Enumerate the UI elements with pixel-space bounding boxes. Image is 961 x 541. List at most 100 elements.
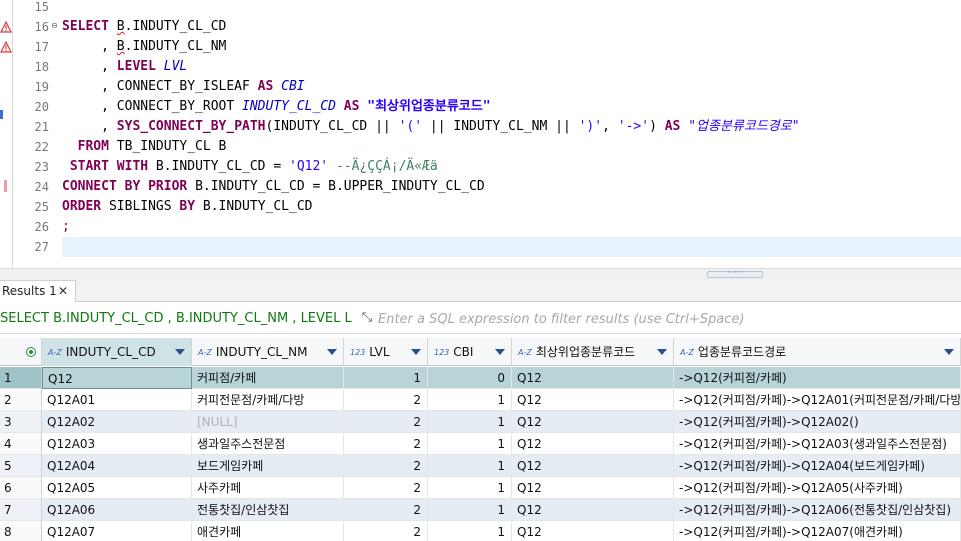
table-cell[interactable]: 애견카페 (192, 521, 344, 541)
table-cell[interactable]: ->Q12(커피점/카페)->Q12A01(커피전문점/카페/다방) (674, 389, 961, 411)
splitter-handle[interactable]: ⌃⌃⌃ (707, 271, 763, 278)
code-line[interactable]: FROM TB_INDUTY_CL B (62, 137, 961, 157)
table-cell[interactable]: Q12 (512, 367, 674, 389)
table-cell[interactable]: 보드게임카페 (192, 455, 344, 477)
table-cell[interactable]: ->Q12(커피점/카페)->Q12A03(생과일주스전문점) (674, 433, 961, 455)
table-cell[interactable]: Q12A05 (42, 477, 192, 499)
table-cell[interactable]: Q12 (512, 499, 674, 521)
sort-dropdown-icon[interactable] (944, 349, 954, 355)
table-cell[interactable]: Q12 (512, 411, 674, 433)
expand-arrows-icon[interactable]: ⤡ (358, 309, 376, 327)
table-cell[interactable]: 1 (428, 521, 512, 541)
table-cell[interactable]: ->Q12(커피점/카페)->Q12A04(보드게임카페) (674, 455, 961, 477)
table-cell[interactable]: Q12A01 (42, 389, 192, 411)
table-cell[interactable]: Q12A04 (42, 455, 192, 477)
table-cell[interactable]: 2 (344, 477, 428, 499)
table-cell[interactable]: 1 (344, 367, 428, 389)
column-header[interactable]: A-Z INDUTY_CL_NM (192, 338, 344, 366)
table-cell[interactable]: 1 (428, 455, 512, 477)
column-header[interactable]: 123 LVL (344, 338, 428, 366)
code-line[interactable]: START WITH B.INDUTY_CL_CD = 'Q12' --Ä¿ÇÇ… (62, 157, 961, 177)
sort-dropdown-icon[interactable] (495, 349, 505, 355)
table-cell[interactable]: 1 (428, 477, 512, 499)
table-cell[interactable]: 생과일주스전문점 (192, 433, 344, 455)
table-row[interactable]: 3 Q12A02 [NULL] 2 1 Q12 ->Q12(커피점/카페)->Q12A02(… (0, 411, 961, 433)
sort-dropdown-icon[interactable] (657, 349, 667, 355)
row-number[interactable]: 3 (0, 411, 42, 433)
table-cell[interactable]: Q12A03 (42, 433, 192, 455)
column-header[interactable]: A-Z 업종분류코드경로 (674, 338, 961, 366)
table-cell[interactable]: 전통찻집/인삼찻집 (192, 499, 344, 521)
row-number[interactable]: 2 (0, 389, 42, 411)
row-number[interactable]: 5 (0, 455, 42, 477)
fold-toggle-icon[interactable]: ⊖ (50, 21, 59, 30)
table-cell[interactable]: Q12 (512, 433, 674, 455)
row-number[interactable]: 4 (0, 433, 42, 455)
column-header[interactable]: 123 CBI (428, 338, 512, 366)
select-all-icon[interactable] (26, 347, 36, 357)
code-line[interactable]: , LEVEL LVL (62, 57, 961, 77)
table-cell[interactable]: 1 (428, 433, 512, 455)
grid-corner[interactable] (0, 338, 42, 366)
table-cell[interactable]: 사주카페 (192, 477, 344, 499)
table-cell[interactable]: Q12 (512, 455, 674, 477)
sort-dropdown-icon[interactable] (175, 349, 185, 355)
code-line[interactable]: , CONNECT_BY_ISLEAF AS CBI (62, 77, 961, 97)
code-line[interactable]: , B.INDUTY_CL_NM (62, 37, 961, 57)
code-line[interactable]: ORDER SIBLINGS BY B.INDUTY_CL_CD (62, 197, 961, 217)
warning-icon[interactable] (0, 41, 12, 53)
table-cell[interactable]: 2 (344, 521, 428, 541)
table-cell[interactable]: 2 (344, 389, 428, 411)
table-cell[interactable]: 0 (428, 367, 512, 389)
column-header[interactable]: A-Z 최상위업종분류코드 (512, 338, 674, 366)
table-cell[interactable]: 1 (428, 499, 512, 521)
table-cell[interactable]: 커피점/카페 (192, 367, 344, 389)
column-header[interactable]: A-Z INDUTY_CL_CD (42, 338, 192, 366)
table-row[interactable]: 1 Q12 커피점/카페 1 0 Q12 ->Q12(커피점/카페) (0, 367, 961, 389)
table-cell[interactable]: ->Q12(커피점/카페)->Q12A02() (674, 411, 961, 433)
table-cell[interactable]: 커피전문점/카페/다방 (192, 389, 344, 411)
results-grid[interactable]: A-Z INDUTY_CL_CD A-Z INDUTY_CL_NM 123 LVL 123 C… (0, 338, 961, 541)
table-cell[interactable]: Q12A06 (42, 499, 192, 521)
table-cell[interactable]: 2 (344, 411, 428, 433)
code-line[interactable] (62, 0, 961, 17)
table-cell[interactable]: Q12 (42, 367, 192, 389)
row-number[interactable]: 1 (0, 367, 42, 389)
table-cell[interactable]: 2 (344, 433, 428, 455)
code-line[interactable]: ; (62, 217, 961, 237)
code-line[interactable]: CONNECT BY PRIOR B.INDUTY_CL_CD = B.UPPE… (62, 177, 961, 197)
table-cell[interactable]: Q12 (512, 477, 674, 499)
table-row[interactable]: 8 Q12A07 애견카페 2 1 Q12 ->Q12(커피점/카페)->Q12A07(애견… (0, 521, 961, 541)
code-line[interactable]: , CONNECT_BY_ROOT INDUTY_CL_CD AS "최상위업종… (62, 97, 961, 117)
table-row[interactable]: 2 Q12A01 커피전문점/카페/다방 2 1 Q12 ->Q12(커피점/카페)->Q1… (0, 389, 961, 411)
table-row[interactable]: 6 Q12A05 사주카페 2 1 Q12 ->Q12(커피점/카페)->Q12A05(사주… (0, 477, 961, 499)
code-line[interactable] (62, 237, 961, 257)
table-cell[interactable]: ->Q12(커피점/카페)->Q12A05(사주카페) (674, 477, 961, 499)
sort-dropdown-icon[interactable] (411, 349, 421, 355)
code-line[interactable]: SELECT B.INDUTY_CL_CD (62, 17, 961, 37)
table-cell[interactable]: 1 (428, 411, 512, 433)
warning-icon[interactable] (0, 21, 12, 33)
sort-dropdown-icon[interactable] (327, 349, 337, 355)
table-cell[interactable]: 1 (428, 389, 512, 411)
table-cell[interactable]: [NULL] (192, 411, 344, 433)
table-cell[interactable]: 2 (344, 455, 428, 477)
row-number[interactable]: 6 (0, 477, 42, 499)
table-cell[interactable]: Q12A07 (42, 521, 192, 541)
table-row[interactable]: 7 Q12A06 전통찻집/인삼찻집 2 1 Q12 ->Q12(커피점/카페)->Q12A… (0, 499, 961, 521)
row-number[interactable]: 7 (0, 499, 42, 521)
table-cell[interactable]: Q12 (512, 521, 674, 541)
sql-editor[interactable]: 15 16 ⊖ 17 18 19 20 21 22 23 24 25 26 27 SELECT B.IND… (0, 0, 961, 268)
table-cell[interactable]: 2 (344, 499, 428, 521)
table-cell[interactable]: ->Q12(커피점/카페) (674, 367, 961, 389)
pane-splitter[interactable]: ⌃⌃⌃ (0, 268, 961, 280)
table-cell[interactable]: Q12A02 (42, 411, 192, 433)
table-cell[interactable]: ->Q12(커피점/카페)->Q12A07(애견카페) (674, 521, 961, 541)
code-line[interactable]: , SYS_CONNECT_BY_PATH(INDUTY_CL_CD || '(… (62, 117, 961, 137)
tab-results-1[interactable]: Results 1 ✕ (0, 280, 76, 302)
table-row[interactable]: 5 Q12A04 보드게임카페 2 1 Q12 ->Q12(커피점/카페)->Q12A04(… (0, 455, 961, 477)
filter-expression-input[interactable] (378, 309, 961, 329)
table-cell[interactable]: Q12 (512, 389, 674, 411)
row-number[interactable]: 8 (0, 521, 42, 541)
table-cell[interactable]: ->Q12(커피점/카페)->Q12A06(전통찻집/인삼찻집) (674, 499, 961, 521)
